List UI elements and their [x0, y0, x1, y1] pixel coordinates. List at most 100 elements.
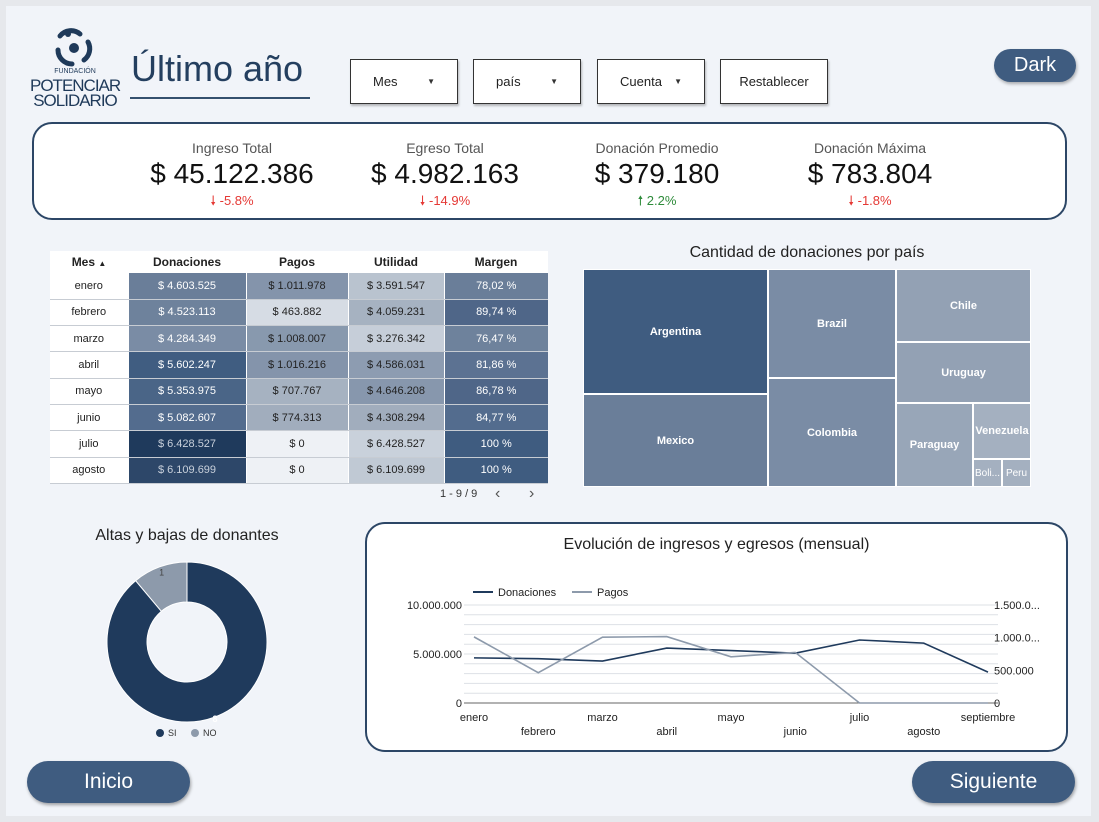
sort-asc-icon: ▲ [98, 259, 107, 268]
table-cell: 81,86 % [443, 351, 548, 379]
table-cell: 84,77 % [443, 404, 548, 432]
cell-mes: abril [50, 351, 128, 379]
x-tick-label: enero [460, 712, 488, 724]
line-chart: 10.000.000 5.000.000 0 1.500.0... 1.000.0...… [407, 587, 1040, 738]
column-header-pagos[interactable]: Pagos [246, 251, 348, 273]
donut-value-label: 1 [159, 567, 164, 577]
table-cell: $ 4.603.525 [127, 273, 246, 300]
legend-label[interactable]: Donaciones [498, 587, 557, 599]
table-cell: $ 3.591.547 [347, 273, 444, 300]
kpi-label: Ingreso Total [192, 140, 272, 156]
y-tick-right: 0 [994, 698, 1000, 710]
column-header-mes[interactable]: Mes ▲ [50, 251, 128, 273]
table-row[interactable]: mayo $ 5.353.975 $ 707.767 $ 4.646.208 86,78… [50, 378, 548, 405]
treemap-cell-brazil[interactable]: Brazil [768, 269, 896, 378]
x-tick-label: septiembre [961, 712, 1015, 724]
cell-mes: mayo [50, 378, 128, 405]
donut-slice-si[interactable] [106, 561, 268, 723]
kpi-label: Egreso Total [406, 140, 484, 156]
kpi-label: Donación Promedio [595, 140, 719, 156]
x-tick-label: agosto [907, 726, 940, 738]
legend-no[interactable]: NO [191, 728, 217, 738]
table-cell: 89,74 % [443, 299, 548, 327]
kpi-egreso-total: Egreso Total $ 4.982.163 🠗 -14.9% [345, 140, 545, 214]
kpi-panel: Ingreso Total $ 45.122.386 🠗 -5.8% Egres… [32, 122, 1067, 220]
table-cell: 86,78 % [443, 378, 548, 405]
table-cell: $ 774.313 [245, 404, 348, 432]
cell-mes: junio [50, 404, 128, 432]
arrow-down-icon: 🠗 [210, 193, 220, 208]
filter-mes-label: Mes [373, 74, 398, 89]
column-header-utilidad[interactable]: Utilidad [348, 251, 444, 273]
legend-dot-icon [156, 729, 164, 737]
filter-pais-dropdown[interactable]: país ▼ [473, 59, 581, 104]
legend-si[interactable]: SI [156, 728, 177, 738]
legend-label: SI [168, 728, 177, 738]
table-cell: $ 3.276.342 [347, 325, 444, 353]
table-cell: $ 707.767 [245, 378, 348, 405]
table-cell: $ 5.082.607 [127, 404, 246, 432]
filter-cuenta-dropdown[interactable]: Cuenta ▼ [597, 59, 705, 104]
table-cell: $ 4.646.208 [347, 378, 444, 405]
y-tick-right: 1.000.0... [994, 633, 1040, 645]
dashboard-page: FUNDACIÓN POTENCIAR SOLIDARIO Último año… [6, 6, 1091, 816]
reset-button[interactable]: Restablecer [720, 59, 828, 104]
table-cell: $ 0 [245, 457, 348, 484]
treemap-cell-uruguay[interactable]: Uruguay [896, 342, 1031, 403]
donut-value-label: 8 [213, 714, 218, 723]
cell-mes: julio [50, 430, 128, 458]
table-cell: $ 0 [245, 430, 348, 458]
treemap-cell-mexico[interactable]: Mexico [583, 394, 768, 487]
treemap-cell-bolivia[interactable]: Boli... [973, 459, 1002, 487]
y-tick-left: 10.000.000 [407, 600, 462, 612]
table-row[interactable]: junio $ 5.082.607 $ 774.313 $ 4.308.294 84,7… [50, 404, 548, 432]
table-row[interactable]: febrero $ 4.523.113 $ 463.882 $ 4.059.231 89… [50, 299, 548, 327]
x-tick-label: junio [783, 726, 807, 738]
data-table: Mes ▲ Donaciones Pagos Utilidad Margen e… [50, 251, 548, 484]
kpi-value: $ 379.180 [594, 158, 720, 189]
dark-mode-button[interactable]: Dark [994, 49, 1076, 82]
table-row[interactable]: marzo $ 4.284.349 $ 1.008.007 $ 3.276.342 76… [50, 325, 548, 353]
table-row[interactable]: enero $ 4.603.525 $ 1.011.978 $ 3.591.547 78… [50, 273, 548, 300]
kpi-value: $ 783.804 [807, 158, 933, 189]
prev-page-icon[interactable]: ‹ [495, 485, 500, 503]
treemap-cell-argentina[interactable]: Argentina [583, 269, 768, 394]
table-cell: $ 4.308.294 [347, 404, 444, 432]
cell-mes: agosto [50, 457, 128, 484]
filter-mes-dropdown[interactable]: Mes ▼ [350, 59, 458, 104]
treemap-cell-chile[interactable]: Chile [896, 269, 1031, 342]
filter-pais-label: país [496, 74, 521, 89]
table-cell: $ 6.109.699 [347, 457, 444, 484]
kpi-label: Donación Máxima [813, 140, 927, 156]
table-cell: $ 463.882 [245, 299, 348, 327]
home-button[interactable]: Inicio [27, 761, 190, 803]
kpi-delta: 🠕 2.2% [637, 193, 677, 208]
table-row[interactable]: agosto $ 6.109.699 $ 0 $ 6.109.699 100 % [50, 457, 548, 484]
legend-label[interactable]: Pagos [597, 587, 629, 599]
x-tick-label: mayo [718, 712, 745, 724]
cell-mes: enero [50, 273, 128, 300]
table-cell: $ 6.109.699 [127, 457, 246, 484]
logo-mark-icon [55, 28, 93, 67]
cell-mes: febrero [50, 299, 128, 327]
donut-chart: 18 [106, 561, 268, 723]
next-page-button[interactable]: Siguiente [912, 761, 1075, 803]
title-underline [130, 97, 310, 99]
x-tick-label: marzo [587, 712, 618, 724]
table-cell: $ 4.586.031 [347, 351, 444, 379]
kpi-delta: 🠗 -1.8% [848, 193, 892, 208]
cell-mes: marzo [50, 325, 128, 353]
table-cell: $ 5.353.975 [127, 378, 246, 405]
next-page-icon[interactable]: › [529, 485, 534, 503]
column-header-margen[interactable]: Margen [444, 251, 548, 273]
treemap-cell-venezuela[interactable]: Venezuela [973, 403, 1031, 459]
x-tick-label: abril [656, 726, 677, 738]
table-row[interactable]: abril $ 5.602.247 $ 1.016.216 $ 4.586.031 81… [50, 351, 548, 379]
table-row[interactable]: julio $ 6.428.527 $ 0 $ 6.428.527 100 % [50, 430, 548, 458]
line-chart-panel: Evolución de ingresos y egresos (mensual… [365, 522, 1068, 752]
treemap-cell-paraguay[interactable]: Paraguay [896, 403, 973, 487]
column-header-donaciones[interactable]: Donaciones [128, 251, 246, 273]
treemap-cell-colombia[interactable]: Colombia [768, 378, 896, 487]
treemap-cell-peru[interactable]: Peru [1002, 459, 1031, 487]
y-tick-right: 1.500.0... [994, 600, 1040, 612]
